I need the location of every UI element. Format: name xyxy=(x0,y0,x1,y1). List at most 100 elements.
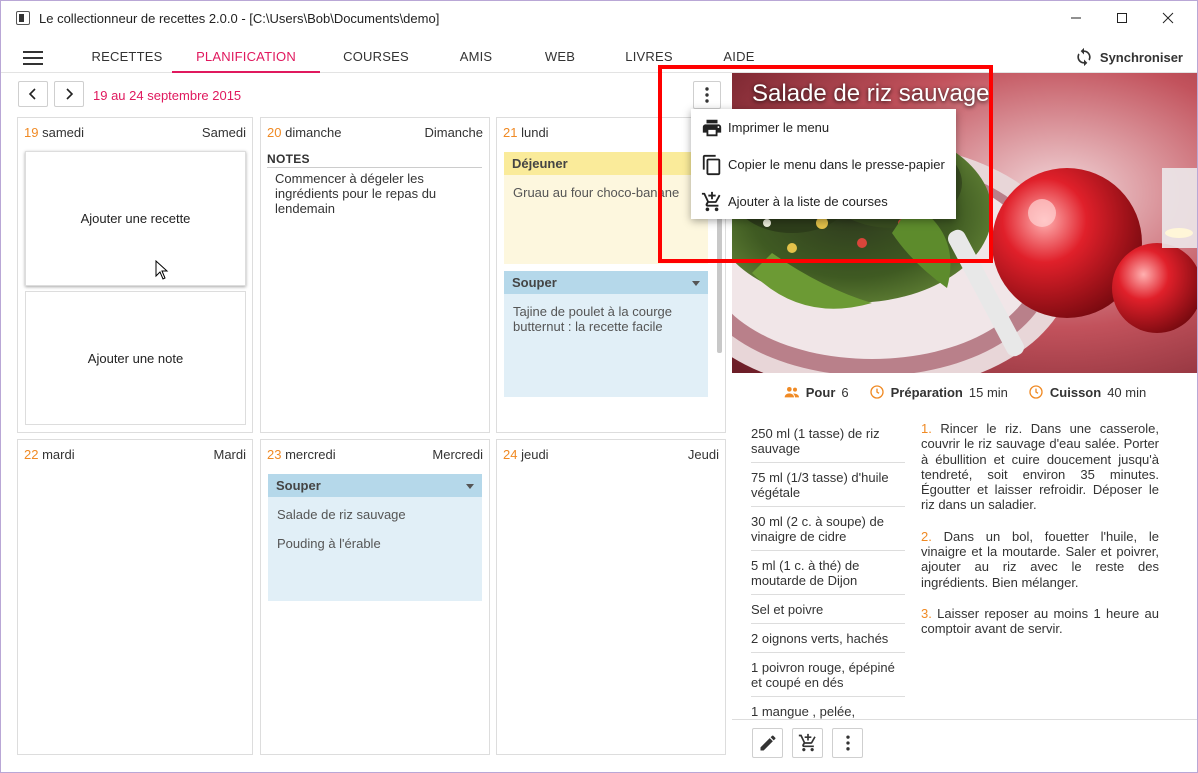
meal-header[interactable]: Souper xyxy=(504,271,708,294)
ingredient-item: 250 ml (1 tasse) de riz sauvage xyxy=(751,419,905,463)
meal-supper: Souper Tajine de poulet à la courge butt… xyxy=(504,271,708,397)
day-name: Mardi xyxy=(213,447,246,462)
minimize-icon xyxy=(1071,17,1081,19)
recipe-steps: 1. Rincer le riz. Dans une casserole, co… xyxy=(921,421,1159,653)
meal-body: Tajine de poulet à la courge butternut :… xyxy=(504,294,708,397)
notes-header: NOTES xyxy=(267,152,482,168)
day-column-19: 19 samedi Samedi Ajouter une recette Ajo… xyxy=(17,117,253,433)
sync-icon xyxy=(1077,47,1091,67)
meal-body: Salade de riz sauvage Pouding à l'érable xyxy=(268,497,482,601)
tab-recettes[interactable]: RECETTES xyxy=(67,43,187,73)
add-to-cart-button[interactable] xyxy=(792,728,823,758)
meal-header[interactable]: Souper xyxy=(268,474,482,497)
tab-web[interactable]: WEB xyxy=(533,43,587,73)
add-note-button[interactable]: Ajouter une note xyxy=(25,291,246,425)
day-number-label: 23 mercredi xyxy=(267,447,336,462)
menu-item-label: Copier le menu dans le presse-papier xyxy=(728,157,945,172)
chevron-left-icon xyxy=(28,88,36,100)
ingredient-item: 75 ml (1/3 tasse) d'huile végétale xyxy=(751,463,905,507)
day-name: Mercredi xyxy=(432,447,483,462)
menu-item-copy[interactable]: Copier le menu dans le presse-papier xyxy=(691,146,956,183)
recipe-title: Salade de riz sauvage xyxy=(752,80,990,107)
people-icon xyxy=(784,387,799,398)
mouse-cursor-icon xyxy=(155,260,169,280)
meal-header[interactable]: Déjeuner xyxy=(504,152,708,175)
more-vertical-icon xyxy=(845,735,850,751)
window-title: Le collectionneur de recettes 2.0.0 - [C… xyxy=(39,11,440,26)
printer-icon xyxy=(702,119,722,136)
recipe-meta: Pour 6 Préparation 15 min Cuisson 40 min xyxy=(732,381,1197,403)
hamburger-menu-icon[interactable] xyxy=(23,51,43,65)
planner-toolbar: 19 au 24 septembre 2015 xyxy=(1,73,731,117)
prep-time: 15 min xyxy=(968,384,1008,400)
meal-recipe-item[interactable]: Pouding à l'érable xyxy=(277,536,473,551)
menu-item-add-to-shopping-list[interactable]: Ajouter à la liste de courses xyxy=(691,183,956,220)
day-column-24: 24 jeudi Jeudi xyxy=(496,439,726,755)
caret-down-icon[interactable] xyxy=(466,484,474,489)
step-item: 3. Laisser reposer au moins 1 heure au c… xyxy=(921,605,1159,637)
ingredient-list: 250 ml (1 tasse) de riz sauvage 75 ml (1… xyxy=(751,419,905,719)
step-item: 2. Dans un bol, fouetter l'huile, le vin… xyxy=(921,528,1159,590)
day-number-label: 20 dimanche xyxy=(267,125,342,140)
previous-week-button[interactable] xyxy=(18,81,48,107)
recipe-more-button[interactable] xyxy=(832,728,863,758)
day-number-label: 19 samedi xyxy=(24,125,85,140)
date-range: 19 au 24 septembre 2015 xyxy=(93,88,242,103)
chevron-right-icon xyxy=(66,88,74,100)
tab-planification[interactable]: PLANIFICATION xyxy=(172,43,320,73)
servings-label: Pour xyxy=(805,384,836,400)
step-item: 1. Rincer le riz. Dans une casserole, co… xyxy=(921,421,1159,513)
day-column-23: 23 mercredi Mercredi Souper Salade de ri… xyxy=(260,439,490,755)
day-name: Jeudi xyxy=(687,447,719,462)
cart-add-icon xyxy=(798,733,816,752)
add-recipe-button[interactable]: Ajouter une recette xyxy=(25,151,246,286)
meal-recipe-item[interactable]: Tajine de poulet à la courge butternut :… xyxy=(513,304,699,334)
ingredient-item: 30 ml (2 c. à soupe) de vinaigre de cidr… xyxy=(751,507,905,551)
copy-icon xyxy=(702,154,721,175)
close-button[interactable] xyxy=(1145,1,1191,35)
maximize-button[interactable] xyxy=(1099,1,1145,35)
maximize-icon xyxy=(1117,13,1127,23)
meal-body: Gruau au four choco-banane xyxy=(504,175,708,264)
servings-value: 6 xyxy=(841,384,849,400)
minimize-button[interactable] xyxy=(1053,1,1099,35)
meal-recipe-item[interactable]: Salade de riz sauvage xyxy=(277,507,473,522)
cook-label: Cuisson xyxy=(1049,384,1102,400)
next-week-button[interactable] xyxy=(54,81,84,107)
ingredient-item: 1 mangue , pelée, xyxy=(751,697,905,719)
day-number-label: 22 mardi xyxy=(24,447,75,462)
meal-recipe-item[interactable]: Gruau au four choco-banane xyxy=(513,185,699,200)
ingredient-item: 5 ml (1 c. à thé) de moutarde de Dijon xyxy=(751,551,905,595)
prep-label: Préparation xyxy=(890,384,963,400)
caret-down-icon[interactable] xyxy=(692,281,700,286)
cook-time: 40 min xyxy=(1107,384,1147,400)
pencil-icon xyxy=(760,735,775,751)
recipe-actions-bar xyxy=(732,719,1197,772)
day-column-20: 20 dimanche Dimanche NOTES Commencer à d… xyxy=(260,117,490,433)
edit-recipe-button[interactable] xyxy=(752,728,783,758)
day-name: Samedi xyxy=(201,125,246,140)
planner-more-button[interactable] xyxy=(693,81,721,109)
menu-item-print[interactable]: Imprimer le menu xyxy=(691,109,956,146)
app-icon xyxy=(16,11,30,25)
cart-add-icon xyxy=(701,191,721,211)
clock-icon xyxy=(869,385,884,399)
clock-icon xyxy=(1029,385,1043,399)
sync-button[interactable]: Synchroniser xyxy=(1074,47,1183,67)
ingredient-item: 1 poivron rouge, épépiné et coupé en dés xyxy=(751,653,905,697)
tab-courses[interactable]: COURSES xyxy=(331,43,421,73)
day-number-label: 21 lundi xyxy=(503,125,549,140)
menu-item-label: Ajouter à la liste de courses xyxy=(728,194,888,209)
planner-context-menu: Imprimer le menu Copier le menu dans le … xyxy=(691,109,956,219)
ingredient-item: Sel et poivre xyxy=(751,595,905,624)
notes-text[interactable]: Commencer à dégeler les ingrédients pour… xyxy=(275,171,475,216)
tab-aide[interactable]: AIDE xyxy=(711,43,767,73)
meal-lunch: Déjeuner Gruau au four choco-banane xyxy=(504,152,708,264)
close-icon xyxy=(1162,12,1174,24)
more-vertical-icon xyxy=(705,87,709,103)
main-tabs: RECETTES PLANIFICATION COURSES AMIS WEB … xyxy=(1,35,1197,73)
tab-livres[interactable]: LIVRES xyxy=(613,43,685,73)
day-column-22: 22 mardi Mardi xyxy=(17,439,253,755)
tab-amis[interactable]: AMIS xyxy=(446,43,506,73)
menu-item-label: Imprimer le menu xyxy=(728,120,830,135)
